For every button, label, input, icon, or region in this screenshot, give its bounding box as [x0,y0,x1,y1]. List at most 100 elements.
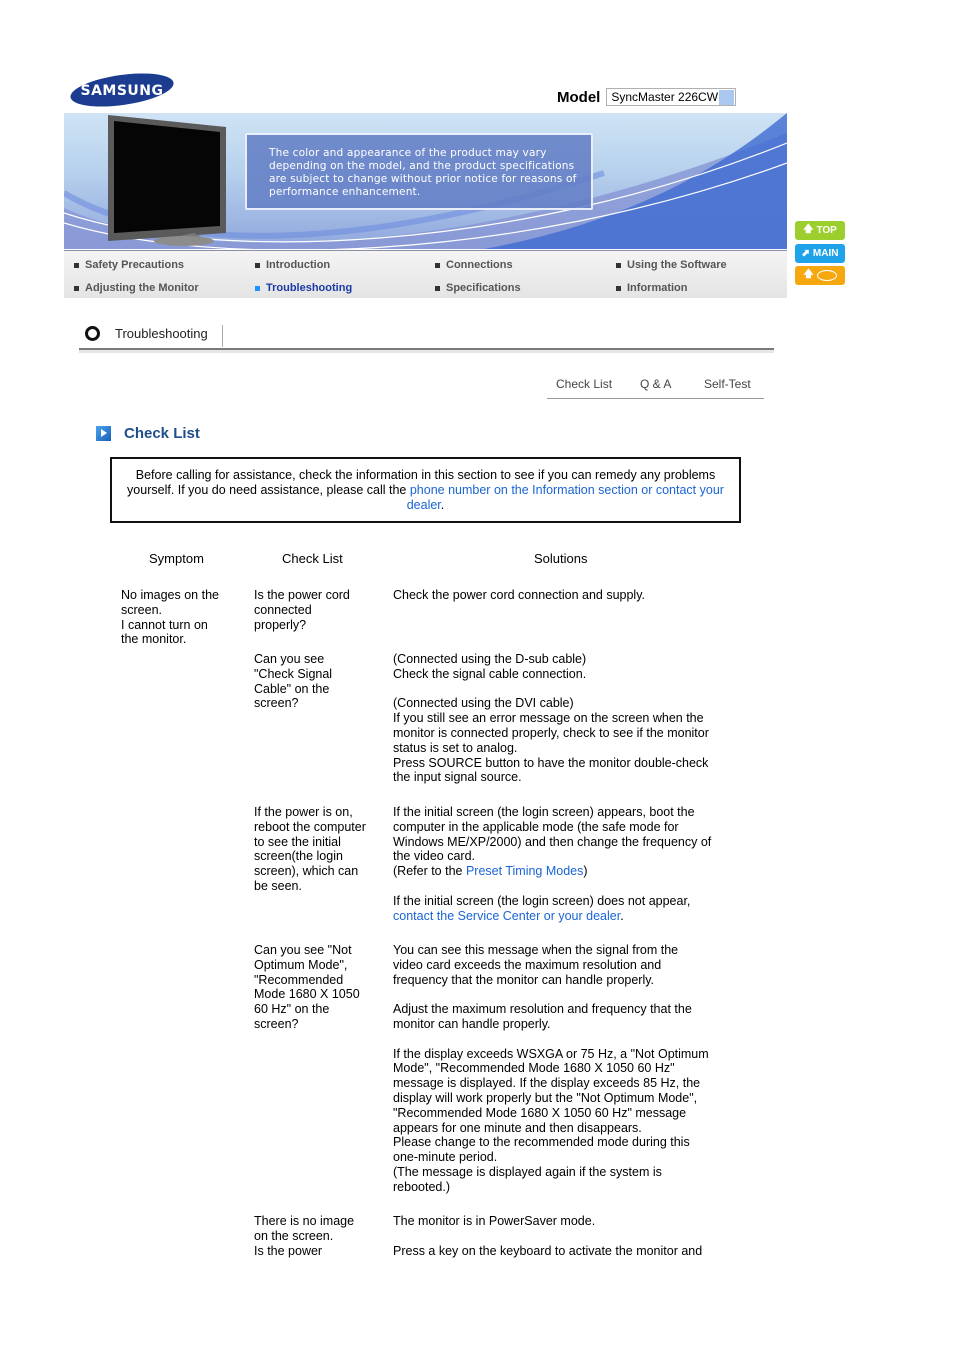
text-line: If you still see an error message on the… [393,711,704,726]
tab-self-test[interactable]: Self-Test [704,377,751,391]
check-cell: Can you see "Check Signal Cable" on the scr… [254,652,384,711]
text-line: Mode", "Recommended Mode 1680 X 1050 60 … [393,1061,675,1076]
bullet-icon [74,285,79,291]
lips-icon [816,270,837,281]
text-line: If the power is on, [254,805,353,819]
text-line: reboot the computer [254,819,366,834]
divider [222,325,223,347]
text-line: screen), which can [254,864,359,879]
tab-check-list[interactable]: Check List [556,377,612,391]
nav-using-the-software[interactable]: Using the Software [616,259,727,271]
text-line [393,1032,738,1047]
text-line: monitor is connected properly, check to … [393,725,709,740]
solution-cell: You can see this message when the signal… [393,943,738,1195]
model-dropdown[interactable]: SyncMaster 226CW [606,88,737,106]
column-header-solutions: Solutions [534,551,588,566]
text-line: No images on the [121,588,219,602]
nav-adjusting-the-monitor[interactable]: Adjusting the Monitor [74,282,199,294]
check-cell: Can you see "Not Optimum Mode", "Recommend… [254,943,384,1032]
text-line: Can you see [254,652,325,666]
circle-icon [85,326,100,341]
banner: The color and appearance of the product … [64,113,787,249]
dropdown-button[interactable] [719,90,735,105]
check-cell: There is no image on the screen. Is the po… [254,1214,384,1258]
preset-timing-modes-link[interactable]: Preset Timing Modes [466,864,583,878]
text-line: connected [254,602,312,617]
main-button[interactable]: ⬈ MAIN [795,244,845,263]
monitor-image [108,115,226,246]
text-line: frequency that the monitor can handle pr… [393,972,655,987]
text-line: Cable" on the [254,681,330,696]
text-line: the input signal source. [393,770,522,785]
solution-cell: If the initial screen (the login screen)… [393,805,738,923]
text-line: (Connected using the DVI cable) [393,696,574,711]
solution-cell: The monitor is in PowerSaver mode. Press … [393,1214,738,1258]
section-title: Troubleshooting [85,326,208,341]
info-box: Before calling for assistance, check the… [110,457,741,523]
bullet-icon [616,285,621,291]
text-line: screen(the login [254,849,343,864]
text-line: properly? [254,617,307,632]
notice-text: The color and appearance of the product … [269,147,577,198]
nav-introduction[interactable]: Introduction [255,259,330,271]
text-line: contact the Service Center or your deale… [393,908,624,923]
nav-connections[interactable]: Connections [435,259,513,271]
turn-arrow-icon: ⬈ [801,248,810,259]
text-line: to see the initial [254,834,341,849]
text-line: appears for one minute and then disappea… [393,1120,642,1135]
nav-information[interactable]: Information [616,282,688,294]
text-line: the video card. [393,849,475,864]
text-line: Windows ME/XP/2000) and then change the … [393,834,712,849]
service-center-link[interactable]: contact the Service Center or your deale… [393,909,620,923]
text-line: Is the power cord [254,588,350,602]
text-line: computer in the applicable mode (the saf… [393,819,679,834]
text-line: The monitor is in PowerSaver mode. [393,1214,596,1228]
divider [79,350,774,353]
text-line: "Recommended Mode 1680 X 1050 60 Hz" mes… [393,1105,687,1120]
product-notice: The color and appearance of the product … [245,133,593,210]
text-line: screen. [121,602,162,617]
text-line: status is set to analog. [393,740,518,755]
text-line: message is displayed. If the display exc… [393,1076,701,1091]
text-line [393,879,738,894]
text-line: Adjust the maximum resolution and freque… [393,1002,692,1017]
text-line: I cannot turn on [121,617,208,632]
text-line: You can see this message when the signal… [393,943,679,957]
text-line: Please change to the recommended mode du… [393,1135,690,1150]
text-line: (Refer to the Preset Timing Modes) [393,864,588,879]
text-line: Press a key on the keyboard to activate … [393,1243,703,1258]
text-line: If the display exceeds WSXGA or 75 Hz, a… [393,1046,709,1061]
text-line: "Check Signal [254,666,333,681]
text-line: Press SOURCE button to have the monitor … [393,755,709,770]
text-line: (The message is displayed again if the s… [393,1164,662,1179]
check-cell: If the power is on, reboot the computer to… [254,805,384,894]
model-value: SyncMaster 226CW [611,90,719,104]
column-header-check-list: Check List [282,551,343,566]
text-line: video card exceeds the maximum resolutio… [393,957,662,972]
tab-q-and-a[interactable]: Q & A [640,377,671,391]
text-line: the monitor. [121,632,187,647]
text-line: screen? [254,696,299,711]
content-heading: Check List [96,425,200,442]
arrow-up-icon: 🡅 [803,269,814,280]
information-link[interactable]: phone number on the Information section … [407,483,724,512]
text-line: There is no image [254,1214,355,1228]
bullet-icon [435,262,440,268]
nav-safety-precautions[interactable]: Safety Precautions [74,259,184,271]
top-button[interactable]: 🡅 TOP [795,221,845,240]
model-selector: Model SyncMaster 226CW [557,86,737,108]
text-line: rebooted.) [393,1179,450,1194]
text-line: Optimum Mode", [254,957,348,972]
language-button[interactable]: 🡅 [795,266,845,285]
bullet-icon [255,262,260,268]
text-line: screen? [254,1016,299,1031]
nav-specifications[interactable]: Specifications [435,282,521,294]
nav-troubleshooting[interactable]: Troubleshooting [255,282,352,294]
model-label: Model [557,88,601,106]
text-line: If the initial screen (the login screen)… [393,893,691,908]
check-cell: Is the power cord connected properly? [254,588,384,632]
text-line: If the initial screen (the login screen)… [393,805,695,819]
text-line: one-minute period. [393,1150,498,1165]
text-line: "Recommended [254,972,344,987]
text-line: 60 Hz" on the [254,1002,330,1017]
